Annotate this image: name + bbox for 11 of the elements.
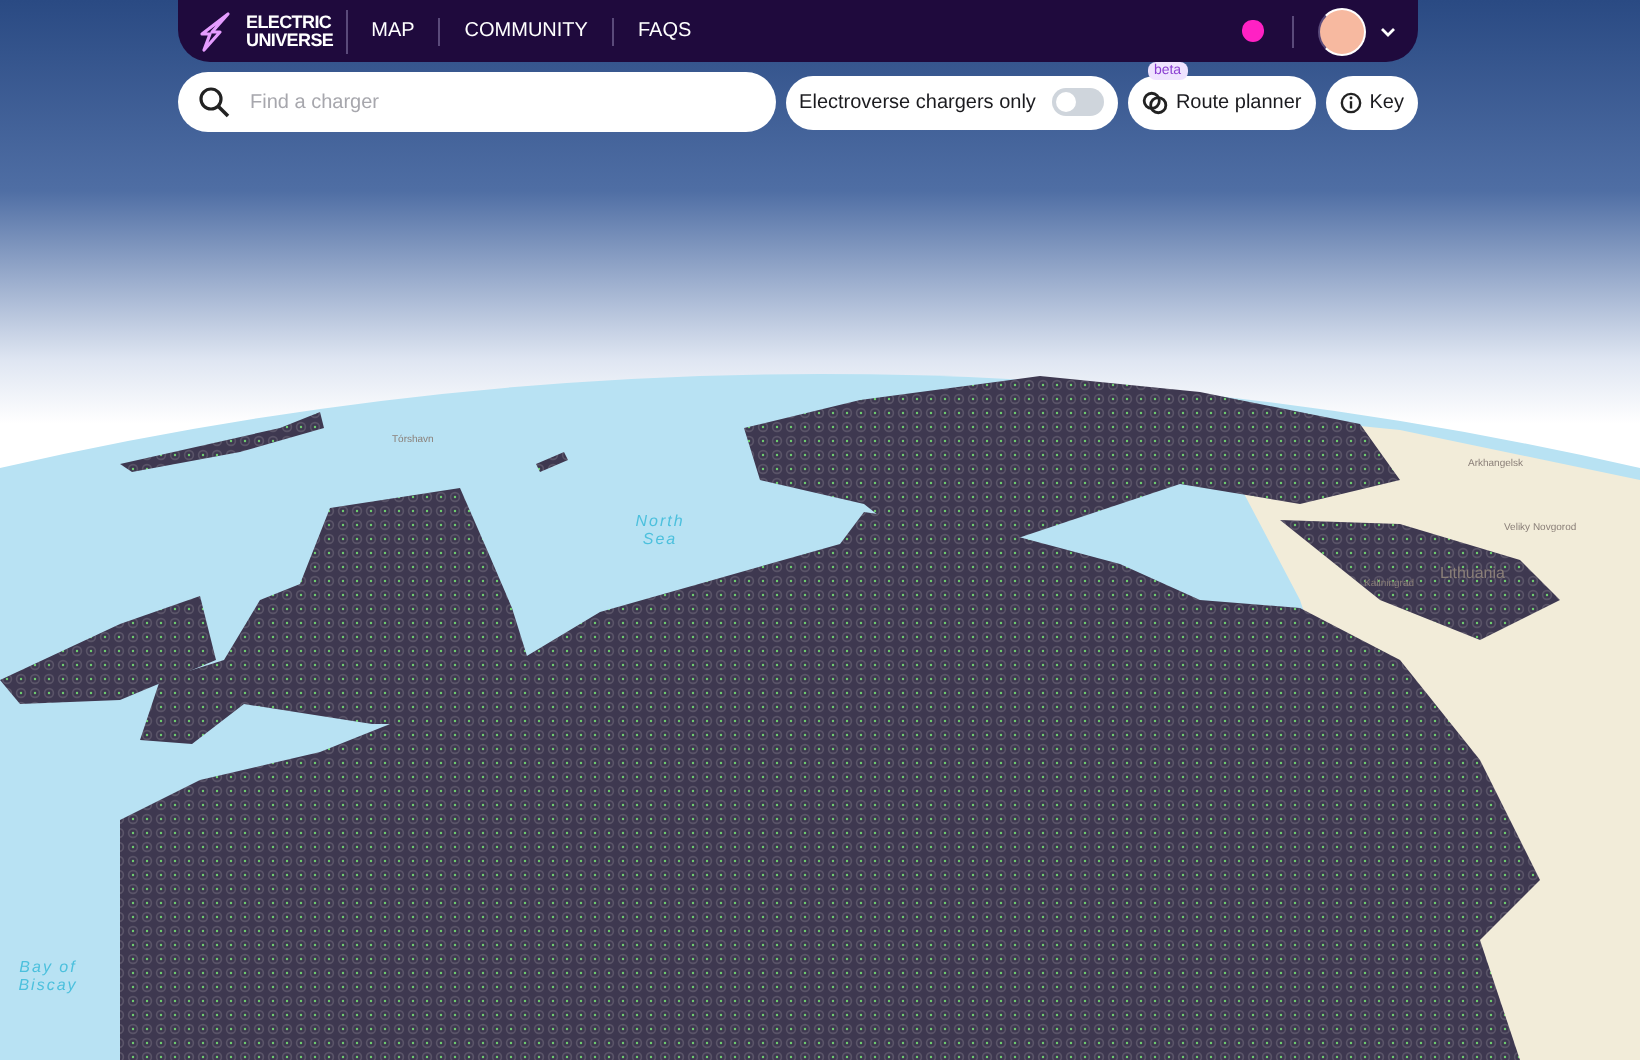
nav-link[interactable]: MAP: [347, 17, 441, 45]
logo-wordmark[interactable]: ELECTRIC UNIVERSE: [246, 13, 334, 49]
map-label: Bay of Biscay: [16, 960, 80, 996]
nav-link[interactable]: FAQS: [613, 17, 716, 45]
route-planner-button[interactable]: Route planner: [1127, 75, 1316, 129]
chargers-only-toggle[interactable]: Electroverse chargers only: [785, 75, 1118, 129]
search-input[interactable]: Find a charger: [246, 89, 756, 115]
map-label: Lithuania: [1440, 566, 1505, 584]
search-bar[interactable]: Find a charger: [178, 72, 776, 132]
nav-link[interactable]: COMMUNITY: [440, 17, 614, 45]
map-label: North Sea: [633, 514, 687, 550]
